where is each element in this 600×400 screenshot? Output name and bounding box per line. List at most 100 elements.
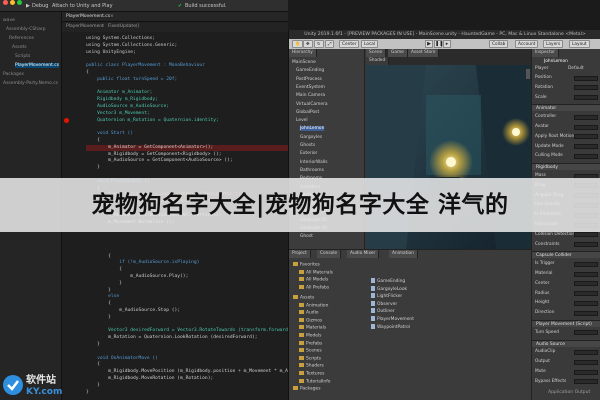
code-line[interactable]: m_AudioSource = GetComponent<AudioSource…: [86, 158, 232, 164]
pivot-toggle[interactable]: Center: [339, 40, 360, 48]
code-line[interactable]: m_AudioSource.Stop ();: [86, 308, 180, 314]
collab-button[interactable]: Collab: [489, 40, 509, 48]
code-line[interactable]: {: [86, 70, 89, 76]
solution-item[interactable]: Assembly-Party.Nemo.cs: [3, 81, 58, 86]
project-folder[interactable]: Packages: [293, 386, 321, 392]
project-file[interactable]: LightFlicker: [371, 293, 402, 299]
account-button[interactable]: Account: [515, 40, 539, 48]
step-button[interactable]: ▸: [443, 40, 451, 48]
tab-asset-store[interactable]: Asset Store: [408, 49, 440, 57]
inspector-field-input[interactable]: [574, 349, 598, 355]
project-file[interactable]: Outliner: [371, 308, 395, 314]
inspector-field-input[interactable]: [574, 153, 598, 159]
project-folder[interactable]: Prefabs: [299, 340, 322, 346]
code-line[interactable]: }: [86, 342, 100, 348]
code-line[interactable]: if (!m_AudioSource.isPlaying): [86, 260, 199, 266]
rotate-tool-button[interactable]: ↻: [314, 40, 324, 48]
layout-dropdown[interactable]: Layout: [569, 40, 590, 48]
project-folder[interactable]: Textures: [299, 371, 324, 377]
code-line[interactable]: }: [86, 165, 100, 171]
solution-item[interactable]: Assets: [12, 45, 27, 50]
tab-playermovement[interactable]: PlayerMovement.cs: [66, 12, 110, 22]
breakpoint-icon[interactable]: [64, 118, 69, 123]
project-folder[interactable]: Scripts: [299, 355, 321, 361]
project-file[interactable]: WaypointPatrol: [371, 323, 410, 330]
project-folder[interactable]: Materials: [299, 325, 326, 331]
project-folder[interactable]: Assets: [293, 295, 314, 301]
inspector-field-input[interactable]: [574, 134, 598, 140]
hierarchy-item[interactable]: VirtualCamera: [296, 102, 328, 107]
project-tab[interactable]: Audio Mixer: [347, 250, 380, 258]
hierarchy-item[interactable]: Level: [296, 118, 308, 123]
code-line[interactable]: Vector3 m_Movement;: [86, 111, 150, 117]
tab-inspector[interactable]: Inspector: [532, 49, 560, 57]
solution-item[interactable]: Scripts: [15, 54, 30, 59]
shading-mode-dropdown[interactable]: Shaded: [366, 57, 390, 65]
code-line[interactable]: public class PlayerMovement : MonoBehavi…: [86, 63, 205, 69]
project-folder[interactable]: TutorialInfo: [299, 378, 330, 384]
code-line[interactable]: }: [86, 315, 111, 321]
project-folder[interactable]: All Prefabs: [299, 284, 329, 290]
code-line[interactable]: {: [86, 267, 122, 273]
code-line[interactable]: {: [86, 362, 100, 368]
code-line[interactable]: m_AudioSource.Play();: [86, 274, 188, 280]
inspector-field-input[interactable]: [574, 242, 598, 248]
project-folder[interactable]: All Materials: [299, 269, 333, 275]
play-button[interactable]: ▶: [425, 40, 433, 48]
solution-item[interactable]: wave: [3, 18, 15, 23]
code-line[interactable]: Vector3 desiredForward = Vector3.RotateT…: [86, 328, 296, 334]
layer-dropdown[interactable]: Default: [568, 66, 584, 71]
inspector-field-input[interactable]: [574, 281, 598, 287]
code-line[interactable]: AudioSource m_AudioSource;: [86, 104, 169, 110]
hierarchy-item[interactable]: Bathrooms: [300, 168, 324, 173]
project-file[interactable]: Observer: [371, 300, 397, 307]
code-line[interactable]: Quaternion m_Rotation = Quaternion.ident…: [86, 118, 219, 124]
code-line[interactable]: using System.Collections;: [86, 36, 155, 42]
hierarchy-item[interactable]: Main Camera: [296, 93, 325, 98]
code-line[interactable]: using System.Collections.Generic;: [86, 43, 177, 49]
hierarchy-item[interactable]: EventSystem: [296, 85, 325, 90]
inspector-field-input[interactable]: [574, 271, 598, 277]
inspector-field-input[interactable]: [574, 261, 598, 267]
hierarchy-item[interactable]: GlobalPost: [296, 110, 319, 115]
project-file[interactable]: PlayerMovement: [371, 316, 414, 322]
inspector-field-input[interactable]: [574, 379, 598, 385]
project-folder[interactable]: Scenes: [299, 348, 322, 354]
close-window-icon[interactable]: [3, 0, 8, 5]
code-line[interactable]: void Start (): [86, 131, 133, 137]
inspector-field-input[interactable]: [574, 144, 598, 150]
project-folder[interactable]: Gizmos: [299, 317, 322, 323]
code-line[interactable]: m_Animator = GetComponent<Animator>();: [86, 144, 288, 151]
breadcrumb-class[interactable]: PlayerMovement: [66, 22, 104, 32]
project-folder[interactable]: All Models: [299, 277, 328, 283]
object-name-field[interactable]: JohnLemon: [544, 59, 568, 64]
code-line[interactable]: else: [86, 294, 119, 300]
inspector-field-input[interactable]: [574, 359, 598, 365]
hierarchy-item[interactable]: MainScene: [292, 60, 316, 65]
component-header[interactable]: Capsule Collider: [532, 251, 600, 259]
tag-dropdown[interactable]: Player: [535, 66, 548, 71]
tab-hierarchy[interactable]: Hierarchy: [289, 49, 317, 57]
hand-tool-button[interactable]: ✋: [292, 40, 304, 48]
inspector-field-input[interactable]: [574, 300, 598, 306]
code-line[interactable]: m_Rigidbody.MovePosition (m_Rigidbody.po…: [86, 369, 296, 375]
project-tab[interactable]: Project: [289, 250, 311, 258]
code-line[interactable]: m_Rigidbody = GetComponent<Rigidbody> ()…: [86, 152, 221, 158]
hierarchy-item[interactable]: GameEnding: [296, 68, 324, 73]
minimize-window-icon[interactable]: [10, 0, 15, 5]
inspector-field-input[interactable]: [574, 232, 598, 238]
project-folder[interactable]: Models: [299, 333, 321, 339]
inspector-field-input[interactable]: [574, 85, 598, 91]
code-line[interactable]: m_Rigidbody.MoveRotation (m_Rotation);: [86, 376, 213, 382]
tab-scene[interactable]: Scene: [366, 49, 387, 57]
component-header[interactable]: Player Movement (Script): [532, 320, 600, 327]
code-line[interactable]: public float turnSpeed = 20f;: [86, 77, 177, 83]
inspector-field-input[interactable]: [574, 124, 598, 130]
tab-game[interactable]: Game: [388, 49, 408, 57]
hierarchy-item[interactable]: Ghost: [300, 234, 313, 239]
solution-item[interactable]: Packages: [3, 72, 24, 77]
inspector-field-input[interactable]: [574, 310, 598, 316]
code-line[interactable]: void OnAnimatorMove (): [86, 356, 158, 362]
run-target-select[interactable]: Attach to Unity and Play: [52, 0, 113, 12]
solution-item[interactable]: PlayerMovement.cs: [15, 63, 60, 68]
